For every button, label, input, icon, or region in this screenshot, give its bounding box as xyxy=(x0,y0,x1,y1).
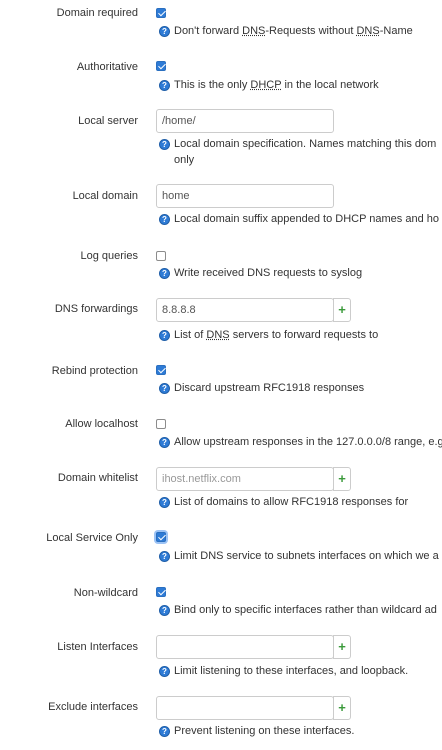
help-icon: ? xyxy=(159,605,170,616)
domain-required-label: Domain required xyxy=(56,7,138,19)
domain-whitelist-input[interactable]: ihost.netflix.com xyxy=(156,467,334,491)
help-icon: ? xyxy=(159,80,170,91)
help-icon: ? xyxy=(159,497,170,508)
rebind-protection-checkbox[interactable] xyxy=(156,365,166,375)
domain-whitelist-help: List of domains to allow RFC1918 respons… xyxy=(174,496,409,508)
help-icon: ? xyxy=(159,139,170,150)
listen-interfaces-label: Listen Interfaces xyxy=(57,641,138,653)
help-icon: ? xyxy=(159,726,170,737)
local-server-label: Local server xyxy=(78,115,138,127)
help-icon: ? xyxy=(159,551,170,562)
exclude-interfaces-label: Exclude interfaces xyxy=(48,701,138,713)
authoritative-label: Authoritative xyxy=(76,61,138,73)
local-server-help-line2: only xyxy=(174,154,195,166)
log-queries-checkbox[interactable] xyxy=(156,251,166,261)
rebind-protection-label: Rebind protection xyxy=(51,365,138,377)
local-domain-input[interactable]: home xyxy=(156,184,334,208)
allow-localhost-checkbox[interactable] xyxy=(156,419,166,429)
help-icon: ? xyxy=(159,330,170,341)
help-icon: ? xyxy=(159,268,170,279)
rebind-protection-help: Discard upstream RFC1918 responses xyxy=(174,382,365,394)
help-icon: ? xyxy=(159,666,170,677)
non-wildcard-checkbox[interactable] xyxy=(156,587,166,597)
authoritative-help: This is the only DHCP in the local netwo… xyxy=(174,79,379,91)
local-domain-help: Local domain suffix appended to DHCP nam… xyxy=(174,213,439,225)
authoritative-checkbox[interactable] xyxy=(156,61,166,71)
local-server-help-line1: Local domain specification. Names matchi… xyxy=(174,138,437,150)
non-wildcard-help: Bind only to specific interfaces rather … xyxy=(174,604,437,616)
exclude-interfaces-add-button[interactable]: + xyxy=(333,696,351,720)
help-icon: ? xyxy=(159,437,170,448)
local-server-input[interactable]: /home/ xyxy=(156,109,334,133)
domain-required-help: Don't forward DNS-Requests without DNS-N… xyxy=(174,25,413,37)
non-wildcard-label: Non-wildcard xyxy=(73,587,138,599)
allow-localhost-label: Allow localhost xyxy=(65,418,138,430)
help-icon: ? xyxy=(159,214,170,225)
dns-forwardings-add-button[interactable]: + xyxy=(333,298,351,322)
local-service-only-label: Local Service Only xyxy=(46,532,138,544)
dns-forwardings-input[interactable]: 8.8.8.8 xyxy=(156,298,334,322)
listen-interfaces-add-button[interactable]: + xyxy=(333,635,351,659)
local-service-only-checkbox[interactable] xyxy=(156,532,166,542)
log-queries-label: Log queries xyxy=(80,250,139,262)
listen-interfaces-help: Limit listening to these interfaces, and… xyxy=(174,665,409,677)
exclude-interfaces-input[interactable] xyxy=(156,696,334,720)
local-service-only-help: Limit DNS service to subnets interfaces … xyxy=(174,550,439,562)
domain-required-checkbox[interactable] xyxy=(156,8,166,18)
domain-whitelist-label: Domain whitelist xyxy=(57,472,138,484)
exclude-interfaces-help: Prevent listening on these interfaces. xyxy=(174,725,355,737)
listen-interfaces-input[interactable] xyxy=(156,635,334,659)
local-domain-label: Local domain xyxy=(72,190,138,202)
domain-whitelist-add-button[interactable]: + xyxy=(333,467,351,491)
log-queries-help: Write received DNS requests to syslog xyxy=(174,267,363,279)
dns-forwardings-help: List of DNS servers to forward requests … xyxy=(174,329,379,341)
allow-localhost-help: Allow upstream responses in the 127.0.0.… xyxy=(174,436,442,448)
help-icon: ? xyxy=(159,26,170,37)
help-icon: ? xyxy=(159,383,170,394)
dns-forwardings-label: DNS forwardings xyxy=(54,303,138,315)
